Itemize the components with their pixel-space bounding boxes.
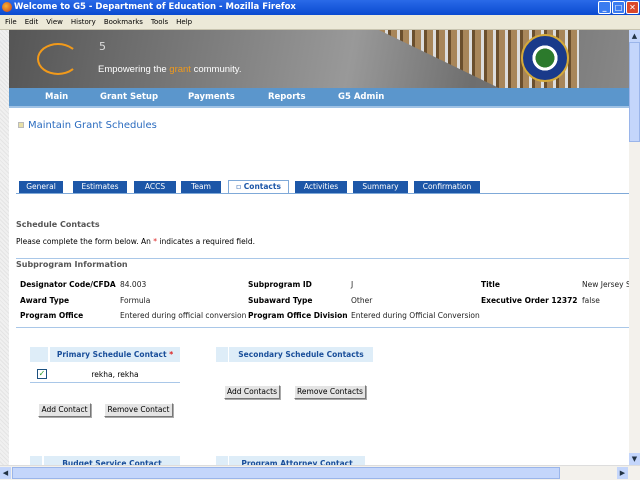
menu-tools[interactable]: Tools bbox=[151, 18, 168, 26]
subprogram-heading: Subprogram Information bbox=[16, 260, 128, 269]
contact-name: rekha, rekha bbox=[91, 370, 139, 379]
page-icon bbox=[18, 122, 24, 128]
divider bbox=[16, 258, 629, 259]
scroll-up-arrow[interactable]: ▲ bbox=[629, 30, 640, 42]
nav-grant-setup[interactable]: Grant Setup bbox=[100, 88, 158, 106]
horizontal-scroll-thumb[interactable] bbox=[12, 467, 560, 479]
field-label: Award Type bbox=[20, 296, 70, 305]
primary-contact-header: Primary Schedule Contact * bbox=[50, 347, 180, 362]
banner: 5 Empowering the grant community. bbox=[9, 30, 629, 88]
tab-icon: ▫ bbox=[236, 182, 244, 191]
instructions-post: indicates a required field. bbox=[156, 237, 255, 246]
remove-contact-button[interactable]: Remove Contact bbox=[104, 403, 173, 417]
field-label: Program Office Division bbox=[248, 311, 348, 320]
menu-help[interactable]: Help bbox=[176, 18, 192, 26]
window-titlebar: Welcome to G5 - Department of Education … bbox=[0, 0, 640, 15]
field-value: J bbox=[351, 280, 354, 289]
add-contact-button[interactable]: Add Contact bbox=[38, 403, 91, 417]
tagline-post: community bbox=[190, 64, 239, 75]
menu-view[interactable]: View bbox=[46, 18, 63, 26]
vertical-scrollbar[interactable]: ▲ ▼ bbox=[629, 30, 640, 465]
window-title: Welcome to G5 - Department of Education … bbox=[14, 2, 296, 12]
logo-5: 5 bbox=[99, 40, 106, 53]
secondary-contact-header: Secondary Schedule Contacts bbox=[229, 347, 373, 362]
tab-estimates[interactable]: Estimates bbox=[73, 181, 127, 193]
minimize-button[interactable]: _ bbox=[598, 1, 611, 14]
menu-edit[interactable]: Edit bbox=[25, 18, 39, 26]
field-label: Designator Code/CFDA bbox=[20, 280, 116, 289]
field-label: Subaward Type bbox=[248, 296, 313, 305]
maximize-button[interactable]: □ bbox=[612, 1, 625, 14]
tab-contacts[interactable]: ▫ Contacts bbox=[228, 180, 289, 194]
field-label: Title bbox=[481, 280, 500, 289]
field-label: Program Office bbox=[20, 311, 84, 320]
menu-history[interactable]: History bbox=[71, 18, 96, 26]
instructions-pre: Please complete the form below. An bbox=[16, 237, 154, 246]
tab-team[interactable]: Team bbox=[181, 181, 221, 193]
field-value: Entered during Official Conversion bbox=[351, 311, 480, 320]
nav-g5-admin[interactable]: G5 Admin bbox=[338, 88, 384, 106]
menu-bar: File Edit View History Bookmarks Tools Help bbox=[0, 15, 640, 30]
secondary-select-col bbox=[216, 347, 228, 362]
firefox-icon bbox=[2, 2, 12, 12]
tab-activities[interactable]: Activities bbox=[295, 181, 347, 193]
field-value: 84.003 bbox=[120, 280, 147, 289]
field-value: New Jersey S bbox=[582, 280, 629, 289]
required-mark: * bbox=[169, 350, 174, 359]
contact-checkbox[interactable]: ✓ bbox=[37, 369, 47, 379]
page-title: Maintain Grant Schedules bbox=[18, 120, 157, 131]
divider bbox=[16, 327, 629, 328]
field-value: Entered during official conversion bbox=[120, 311, 247, 320]
menu-file[interactable]: File bbox=[5, 18, 17, 26]
scroll-left-arrow[interactable]: ◀ bbox=[0, 467, 11, 479]
remove-contacts-button[interactable]: Remove Contacts bbox=[294, 385, 366, 399]
primary-header-text: Primary Schedule Contact bbox=[56, 350, 167, 359]
scroll-down-arrow[interactable]: ▼ bbox=[629, 453, 640, 465]
tagline-pre: Empowering the bbox=[98, 64, 170, 75]
field-label: Executive Order 12372 bbox=[481, 296, 578, 305]
nav-payments[interactable]: Payments bbox=[188, 88, 235, 106]
primary-select-col bbox=[30, 347, 48, 362]
instructions: Please complete the form below. An * ind… bbox=[16, 237, 255, 246]
row-divider bbox=[30, 382, 180, 383]
main-nav: Main Grant Setup Payments Reports G5 Adm… bbox=[9, 88, 629, 108]
tab-general[interactable]: General bbox=[19, 181, 63, 193]
add-contacts-button[interactable]: Add Contacts bbox=[224, 385, 280, 399]
field-label: Subprogram ID bbox=[248, 280, 312, 289]
tagline: Empowering the grant community. bbox=[98, 64, 242, 75]
tab-contacts-label: Contacts bbox=[243, 182, 281, 191]
nav-main[interactable]: Main bbox=[45, 88, 68, 106]
field-value: Other bbox=[351, 296, 373, 305]
field-value: Formula bbox=[120, 296, 151, 305]
scroll-right-arrow[interactable]: ▶ bbox=[617, 467, 628, 479]
section-heading: Schedule Contacts bbox=[16, 220, 100, 229]
horizontal-scrollbar[interactable]: ◀ ▶ bbox=[0, 465, 640, 480]
field-value: false bbox=[582, 296, 600, 305]
tab-accs[interactable]: ACCS bbox=[134, 181, 176, 193]
tab-confirmation[interactable]: Confirmation bbox=[414, 181, 480, 193]
department-seal bbox=[521, 34, 569, 82]
close-button[interactable]: ✕ bbox=[626, 1, 639, 14]
page-title-text: Maintain Grant Schedules bbox=[28, 120, 157, 131]
tab-divider bbox=[16, 193, 629, 194]
g5-logo bbox=[37, 43, 79, 75]
page-edge bbox=[0, 30, 9, 465]
nav-reports[interactable]: Reports bbox=[268, 88, 306, 106]
vertical-scroll-thumb[interactable] bbox=[629, 42, 640, 142]
menu-bookmarks[interactable]: Bookmarks bbox=[104, 18, 143, 26]
tagline-accent: grant bbox=[169, 64, 191, 75]
tab-summary[interactable]: Summary bbox=[353, 181, 408, 193]
